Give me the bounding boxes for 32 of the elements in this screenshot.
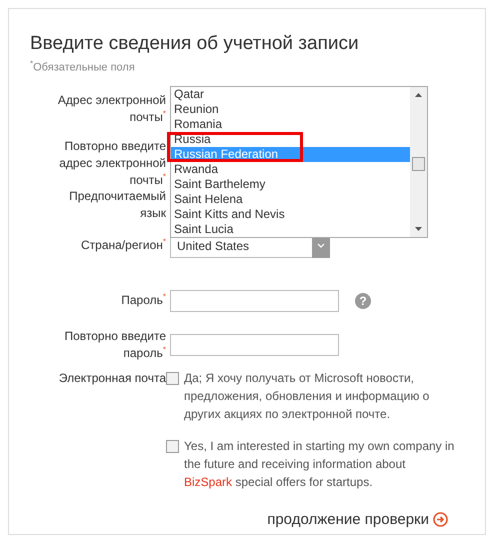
bizspark-link[interactable]: BizSpark (184, 474, 232, 489)
list-item[interactable]: Qatar (171, 87, 410, 102)
list-item[interactable]: Rwanda (171, 162, 410, 177)
field-label: Адрес электронной почты$^{*}$ (56, 92, 166, 126)
list-item[interactable]: Saint Kitts and Nevis (171, 207, 410, 222)
list-item[interactable]: Saint Lucia (171, 222, 410, 237)
option-text: Yes, I am interested in starting my own company in the future and receiving information about BizSpark special offers for startups. (184, 438, 456, 491)
list-item[interactable]: Saint Helena (171, 192, 410, 207)
password-field[interactable] (170, 334, 339, 356)
list-item[interactable]: Russia (171, 132, 410, 147)
field-label: Пароль$^{*}$ (120, 292, 166, 310)
field-label: Страна/регион$^{*}$ (80, 237, 166, 254)
scrollbar[interactable] (410, 87, 427, 237)
checkbox[interactable] (166, 372, 179, 385)
arrow-circle-icon[interactable] (433, 512, 448, 527)
checkbox[interactable] (166, 440, 179, 453)
field-label: Электронная почта (58, 370, 166, 387)
field-label: Повторно введите адрес электронной почты$^{*}$ (58, 138, 166, 189)
list-item[interactable]: Romania (171, 117, 410, 132)
up-arrow-icon[interactable] (415, 93, 422, 97)
required-note: $^{*}$Обязательные поля (30, 58, 136, 75)
list-item[interactable]: Reunion (171, 102, 410, 117)
scrollbar-thumb[interactable] (412, 157, 425, 171)
field-label: Повторно введите пароль$^{*}$ (63, 328, 166, 362)
field-label: Предпочитаемый язык (68, 188, 166, 222)
password-field[interactable] (170, 290, 339, 312)
list-item[interactable]: Saint Barthelemy (171, 177, 410, 192)
form-title: Введите сведения об учетной записи (30, 32, 360, 56)
down-arrow-icon[interactable] (415, 227, 422, 231)
country-list[interactable]: Qatar Reunion Romania Russia Russian Federation Rwanda Saint Barthelemy Saint Helena Saint Kitts and Nevis Saint Lucia (170, 86, 428, 238)
continue-link[interactable]: продолжение проверки (267, 511, 429, 528)
option-text: Да; Я хочу получать от Microsoft новости, предложения, обновления и информацию о других акциях по электронной почте. (184, 370, 430, 423)
